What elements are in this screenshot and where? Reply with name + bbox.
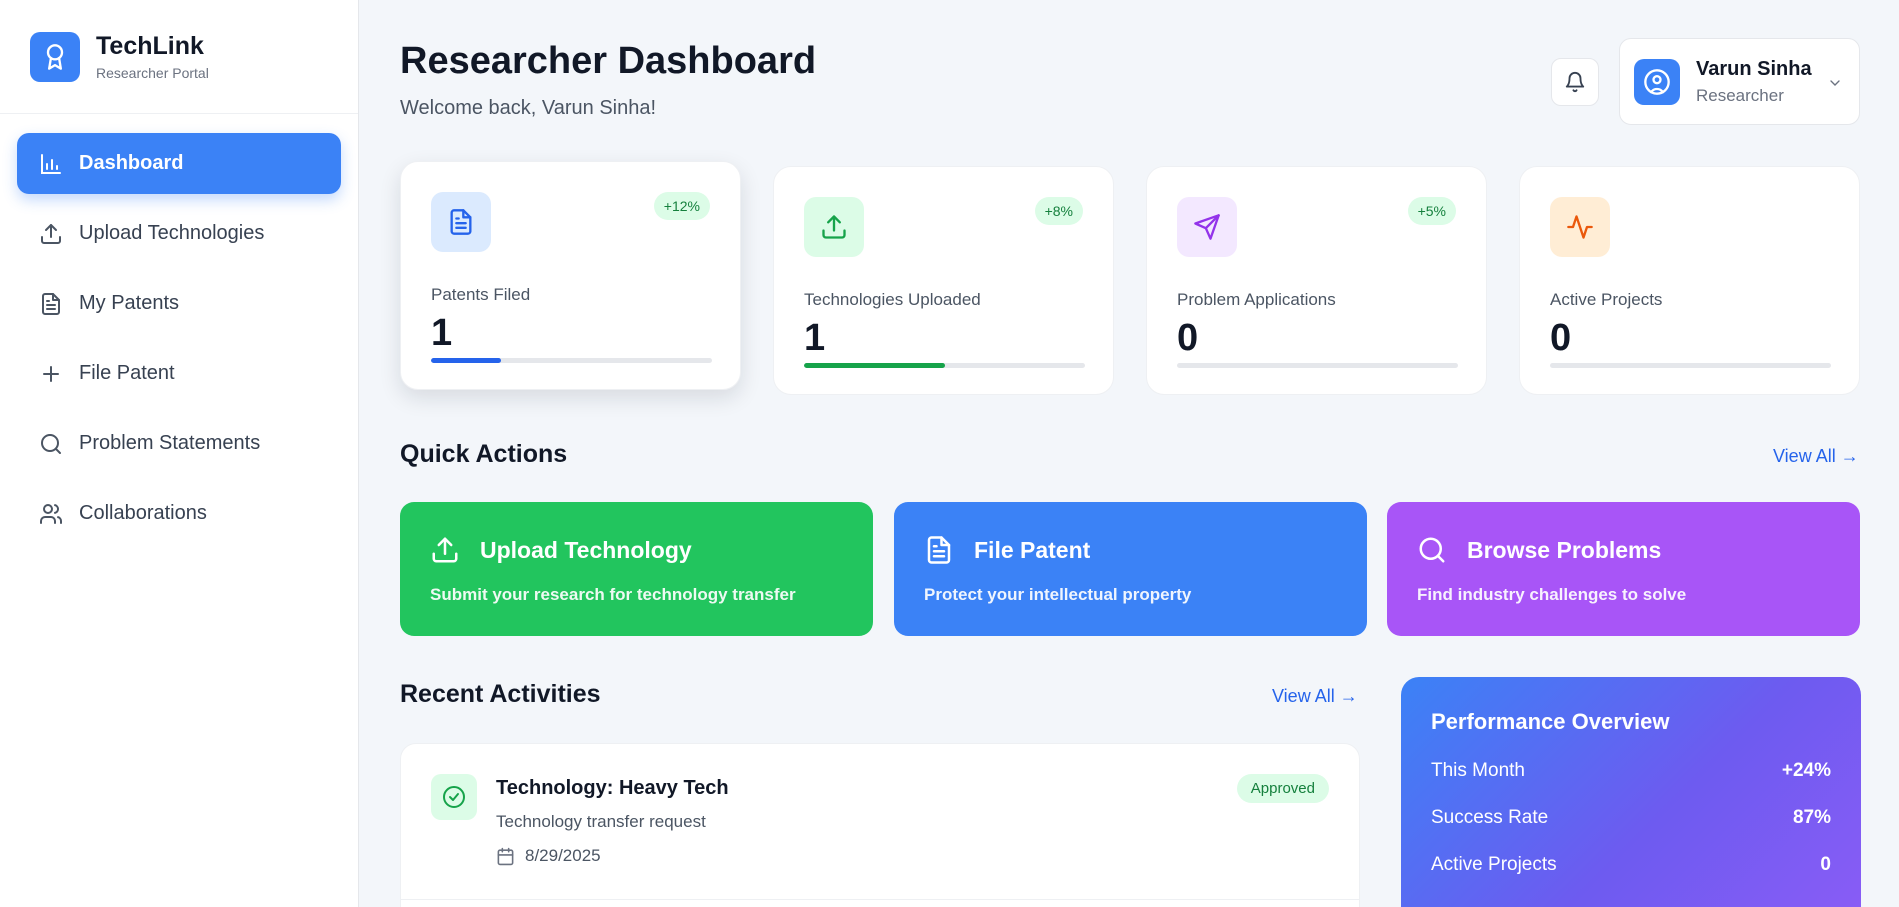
stat-label: Technologies Uploaded <box>804 290 981 309</box>
brand-name: TechLink <box>96 32 204 60</box>
welcome-text: Welcome back, Varun Sinha! <box>400 97 657 119</box>
upload-icon <box>804 197 864 257</box>
activity-description: Technology transfer request <box>496 812 706 831</box>
document-icon <box>927 536 951 564</box>
quick-action-title: Browse Problems <box>1467 537 1662 563</box>
sidebar-item-label: Collaborations <box>79 502 207 524</box>
progress-bar <box>1550 363 1831 368</box>
quick-action-title: Upload Technology <box>480 537 692 563</box>
main-content: Researcher Dashboard Welcome back, Varun… <box>360 0 1899 907</box>
user-role: Researcher <box>1696 85 1784 105</box>
progress-bar <box>804 363 1085 368</box>
upload-icon <box>41 223 61 244</box>
activity-date-text: 8/29/2025 <box>525 846 601 865</box>
performance-row: Success Rate 87% <box>1431 807 1831 829</box>
activity-title: Technology: Heavy Tech <box>496 777 729 799</box>
activity-date: 8/29/2025 <box>496 846 601 866</box>
performance-row-value: 87% <box>1792 807 1831 828</box>
performance-overview-card: Performance Overview This Month +24% Suc… <box>1401 677 1861 907</box>
search-icon <box>1419 537 1445 563</box>
notifications-button[interactable] <box>1551 58 1599 106</box>
upload-icon <box>432 537 458 563</box>
file-patent-button[interactable]: File Patent Protect your intellectual pr… <box>894 502 1367 636</box>
search-icon <box>41 433 61 454</box>
sidebar-nav: Dashboard Upload Technologies My Patents… <box>0 114 358 572</box>
progress-bar <box>1177 363 1458 368</box>
document-icon <box>42 292 60 315</box>
sidebar-item-dashboard[interactable]: Dashboard <box>17 133 341 194</box>
performance-row: This Month +24% <box>1431 760 1831 782</box>
quick-actions-view-all-link[interactable]: View All → <box>1773 446 1859 467</box>
quick-action-description: Protect your intellectual property <box>924 585 1192 604</box>
sidebar-item-upload-technologies[interactable]: Upload Technologies <box>17 203 341 264</box>
stat-change-badge: +8% <box>1034 197 1083 225</box>
stat-card-technologies-uploaded[interactable]: +8% Technologies Uploaded 1 <box>773 166 1114 395</box>
quick-action-description: Find industry challenges to solve <box>1417 585 1687 604</box>
performance-row: Active Projects 0 <box>1431 854 1831 876</box>
sidebar-item-label: File Patent <box>79 362 175 384</box>
activity-list: Technology: Heavy Tech Technology transf… <box>400 743 1360 907</box>
browse-problems-button[interactable]: Browse Problems Find industry challenges… <box>1387 502 1860 636</box>
activity-icon <box>1550 197 1610 257</box>
sidebar-item-my-patents[interactable]: My Patents <box>17 273 341 334</box>
performance-row-label: Active Projects <box>1431 854 1557 875</box>
recent-activities-view-all-link[interactable]: View All → <box>1272 686 1358 707</box>
stat-label: Patents Filed <box>431 285 531 304</box>
sidebar-item-problem-statements[interactable]: Problem Statements <box>17 413 341 474</box>
bar-chart-icon <box>41 153 61 174</box>
brand[interactable]: TechLink Researcher Portal <box>0 0 358 114</box>
divider <box>401 899 1359 900</box>
performance-row-label: This Month <box>1431 760 1525 781</box>
stat-card-problem-applications[interactable]: +5% Problem Applications 0 <box>1146 166 1487 395</box>
stat-value: 1 <box>431 312 453 354</box>
performance-row-value: 0 <box>1820 854 1831 875</box>
sidebar-item-label: Problem Statements <box>79 432 261 454</box>
stat-label: Problem Applications <box>1177 290 1336 309</box>
progress-bar <box>431 358 712 363</box>
quick-action-title: File Patent <box>974 537 1091 563</box>
bell-icon <box>1565 72 1585 93</box>
stat-change-badge: +5% <box>1407 197 1456 225</box>
quick-actions-title: Quick Actions <box>400 440 568 468</box>
document-icon <box>431 192 491 252</box>
chevron-down-icon <box>1830 80 1840 86</box>
brand-subtitle: Researcher Portal <box>96 65 209 81</box>
users-icon <box>40 503 62 524</box>
stat-label: Active Projects <box>1550 290 1663 309</box>
sidebar-item-label: Dashboard <box>79 152 184 174</box>
award-icon <box>30 31 80 82</box>
calendar-icon <box>497 847 514 865</box>
page-title: Researcher Dashboard <box>400 40 817 82</box>
stat-card-active-projects[interactable]: Active Projects 0 <box>1519 166 1860 395</box>
sidebar: TechLink Researcher Portal Dashboard Upl… <box>0 0 359 907</box>
recent-activities-title: Recent Activities <box>400 680 601 708</box>
progress-fill <box>804 363 945 368</box>
user-menu[interactable]: Varun Sinha Researcher <box>1619 38 1860 125</box>
user-circle-icon <box>1634 58 1680 105</box>
check-circle-icon <box>431 774 477 820</box>
stat-card-patents-filed[interactable]: +12% Patents Filed 1 <box>400 161 741 390</box>
send-icon <box>1177 197 1237 257</box>
stat-value: 0 <box>1550 317 1572 359</box>
upload-technology-button[interactable]: Upload Technology Submit your research f… <box>400 502 873 636</box>
plus-icon <box>43 365 59 382</box>
status-badge: Approved <box>1236 774 1329 803</box>
progress-fill <box>431 358 502 363</box>
sidebar-item-collaborations[interactable]: Collaborations <box>17 483 341 544</box>
quick-action-description: Submit your research for technology tran… <box>430 585 796 604</box>
performance-row-value: +24% <box>1781 760 1831 781</box>
sidebar-item-label: Upload Technologies <box>79 222 265 244</box>
performance-title: Performance Overview <box>1431 709 1670 734</box>
stat-change-badge: +12% <box>653 192 710 220</box>
sidebar-item-file-patent[interactable]: File Patent <box>17 343 341 404</box>
stat-value: 1 <box>804 317 826 359</box>
performance-row-label: Success Rate <box>1431 807 1549 828</box>
stat-value: 0 <box>1177 317 1199 359</box>
sidebar-item-label: My Patents <box>79 292 180 314</box>
user-name: Varun Sinha <box>1696 57 1812 80</box>
